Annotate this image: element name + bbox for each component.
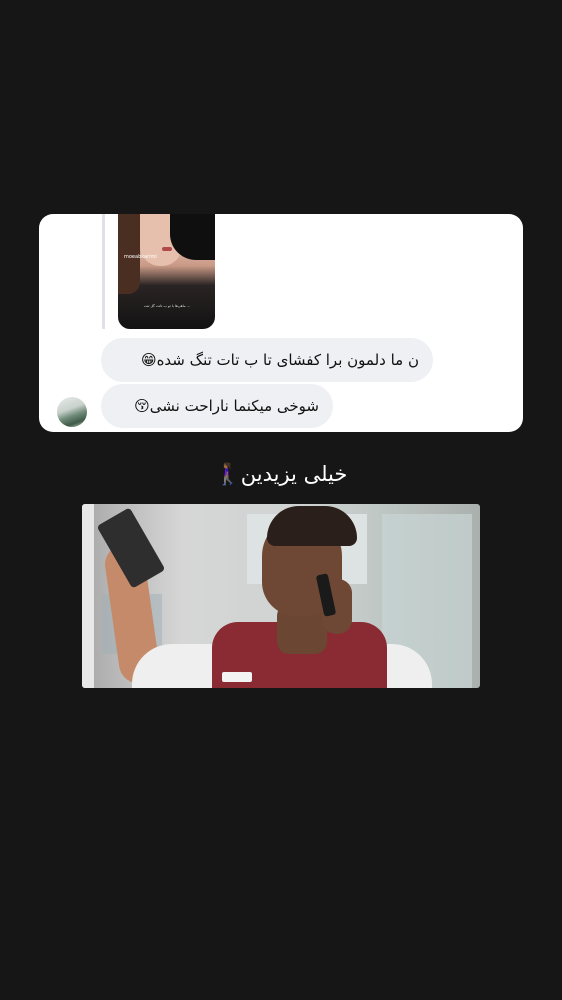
message-bubble-1[interactable]: ن ما دلمون برا کفشای تا ب تات تنگ شده😁 bbox=[101, 338, 433, 382]
photo-name-badge bbox=[222, 672, 252, 682]
photo-hair bbox=[267, 506, 357, 546]
story-headline: خیلی یزیدین🚶🏾‍♀️ bbox=[214, 462, 348, 486]
thumbnail-caption: ماهی‌ها با تو ب تاتت گل تنت ... bbox=[143, 304, 191, 308]
replied-story-thumbnail[interactable]: moeabkarimi ماهی‌ها با تو ب تاتت گل تنت … bbox=[118, 214, 215, 329]
meme-photo bbox=[82, 504, 480, 688]
message-text-2: شوخی میکنما ناراحت نشی😚 bbox=[134, 397, 319, 415]
sender-avatar[interactable] bbox=[57, 397, 87, 427]
reply-indicator-bar bbox=[102, 214, 105, 329]
message-text-1: ن ما دلمون برا کفشای تا ب تات تنگ شده😁 bbox=[140, 351, 419, 369]
chat-card: moeabkarimi ماهی‌ها با تو ب تاتت گل تنت … bbox=[39, 214, 523, 432]
thumbnail-lips bbox=[162, 247, 172, 251]
thumbnail-username: moeabkarimi bbox=[124, 254, 157, 260]
message-bubble-2[interactable]: شوخی میکنما ناراحت نشی😚 bbox=[101, 384, 333, 428]
photo-window-left bbox=[82, 504, 94, 688]
